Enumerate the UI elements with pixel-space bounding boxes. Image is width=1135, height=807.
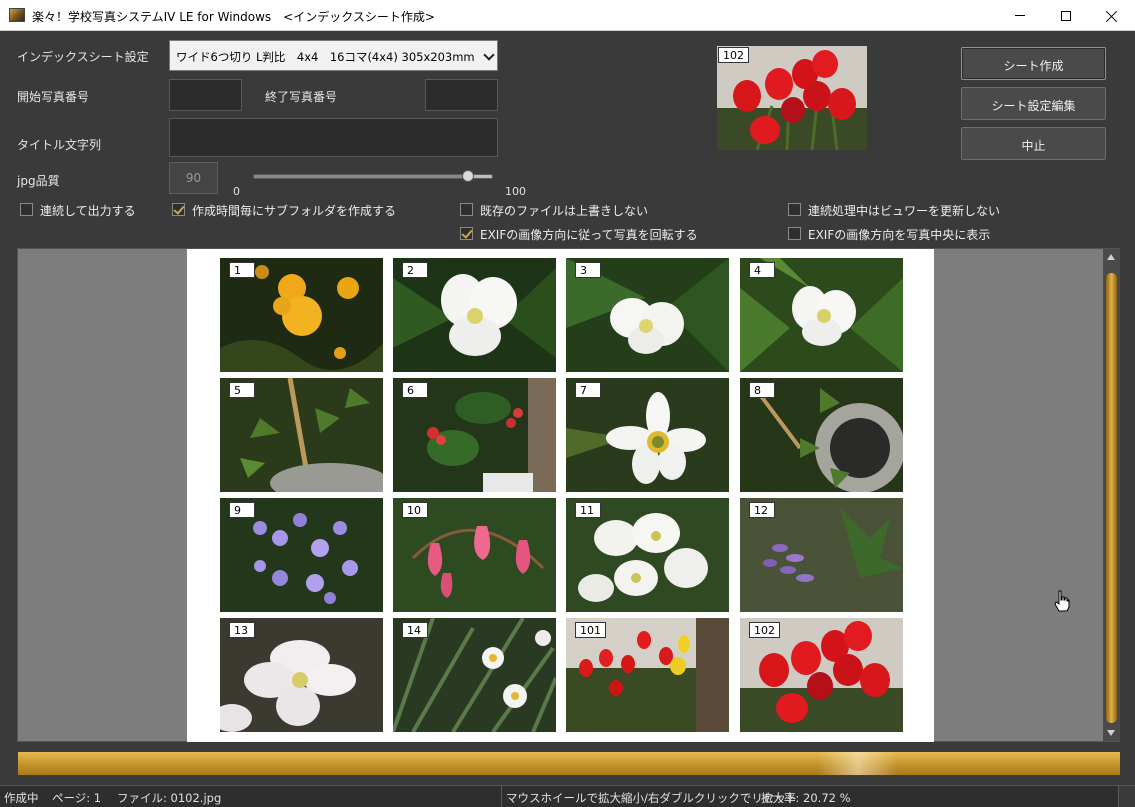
- photo-cell: 11: [566, 498, 729, 612]
- vertical-scrollbar[interactable]: [1103, 249, 1120, 741]
- preview-number: 102: [718, 47, 749, 63]
- maximize-button[interactable]: [1043, 0, 1089, 31]
- photo-number: 1: [229, 262, 255, 278]
- status-separator: [501, 786, 502, 807]
- photo-cell: 6: [393, 378, 556, 492]
- photo-cell: 2: [393, 258, 556, 372]
- checkbox-label: 作成時間毎にサブフォルダを作成する: [192, 204, 397, 218]
- title-bar: 楽々！学校写真システムIV LE for Windows <インデックスシート作…: [0, 0, 1135, 31]
- chevron-down-icon: [483, 49, 495, 61]
- title-string-label: タイトル文字列: [17, 138, 102, 152]
- app-icon: [9, 8, 25, 22]
- photo-cell: 3: [566, 258, 729, 372]
- hand-cursor-icon: [1054, 590, 1070, 612]
- photo-cell: 7: [566, 378, 729, 492]
- end-photo-label: 終了写真番号: [265, 90, 338, 104]
- sheet-viewer[interactable]: 1 2 3 4 5 6 7 8 9 10 11 12 13 14 101 102: [17, 248, 1120, 742]
- jpg-quality-input[interactable]: 90: [169, 162, 218, 194]
- photo-cell: 14: [393, 618, 556, 732]
- photo-cell: 8: [740, 378, 903, 492]
- status-page: ページ: 1: [52, 791, 102, 805]
- preview-thumbnail: 102: [717, 46, 867, 150]
- slider-fill: [254, 175, 469, 178]
- checkbox-label: 既存のファイルは上書きしない: [480, 204, 649, 218]
- status-zoom: 拡大率: 20.72 %: [761, 791, 851, 805]
- photo-number: 8: [749, 382, 775, 398]
- photo-number: 9: [229, 502, 255, 518]
- slider-max-label: 100: [505, 185, 526, 198]
- index-setting-select[interactable]: ワイド6つ切り L判比 4x4 16コマ(4x4) 305x203mm: [169, 40, 498, 71]
- photo-cell: 12: [740, 498, 903, 612]
- resize-grip[interactable]: [1118, 786, 1135, 807]
- status-file: ファイル: 0102.jpg: [117, 791, 222, 805]
- index-setting-label: インデックスシート設定: [17, 50, 149, 64]
- checkbox-label: 連続して出力する: [40, 204, 136, 218]
- scroll-thumb[interactable]: [1106, 273, 1117, 723]
- photo-cell: 13: [220, 618, 383, 732]
- scroll-down-icon[interactable]: [1107, 730, 1115, 736]
- end-photo-input[interactable]: [425, 79, 498, 111]
- photo-cell: 102: [740, 618, 903, 732]
- minimize-button[interactable]: [997, 0, 1043, 31]
- photo-number: 7: [575, 382, 601, 398]
- photo-number: 10: [402, 502, 428, 518]
- progress-bar: [17, 751, 1121, 776]
- photo-number: 13: [229, 622, 255, 638]
- slider-min-label: 0: [233, 185, 240, 198]
- photo-number: 5: [229, 382, 255, 398]
- checkbox-box: [460, 203, 473, 216]
- photo-number: 12: [749, 502, 775, 518]
- photo-number: 4: [749, 262, 775, 278]
- cancel-button[interactable]: 中止: [961, 127, 1106, 160]
- index-sheet-preview: 1 2 3 4 5 6 7 8 9 10 11 12 13 14 101 102: [187, 249, 934, 742]
- photo-cell: 10: [393, 498, 556, 612]
- photo-number: 101: [575, 622, 606, 638]
- progress-fill: [18, 752, 1120, 775]
- progress-shine: [818, 752, 898, 775]
- photo-number: 11: [575, 502, 601, 518]
- close-button[interactable]: [1089, 0, 1135, 31]
- photo-cell: 4: [740, 258, 903, 372]
- status-state: 作成中: [4, 791, 39, 805]
- start-photo-input[interactable]: [169, 79, 242, 111]
- checkbox-box: [20, 203, 33, 216]
- checkbox-box: [788, 203, 801, 216]
- photo-cell: 9: [220, 498, 383, 612]
- create-sheet-button[interactable]: シート作成: [961, 47, 1106, 80]
- slider-thumb[interactable]: [462, 170, 475, 182]
- scroll-up-icon[interactable]: [1107, 254, 1115, 260]
- jpg-quality-slider[interactable]: [253, 170, 493, 182]
- photo-number: 3: [575, 262, 601, 278]
- edit-sheet-settings-button[interactable]: シート設定編集: [961, 87, 1106, 120]
- checkbox-label: 連続処理中はビュワーを更新しない: [808, 204, 1001, 218]
- title-string-input[interactable]: [169, 118, 498, 157]
- checkbox-box: [788, 227, 801, 240]
- photo-number: 2: [402, 262, 428, 278]
- jpg-quality-label: jpg品質: [17, 174, 60, 188]
- photo-cell: 5: [220, 378, 383, 492]
- photo-cell: 101: [566, 618, 729, 732]
- photo-number: 14: [402, 622, 428, 638]
- checkbox-box: [460, 227, 473, 240]
- photo-number: 6: [402, 382, 428, 398]
- window-title: 楽々！学校写真システムIV LE for Windows <インデックスシート作…: [32, 10, 435, 24]
- checkbox-box: [172, 203, 185, 216]
- photo-cell: 1: [220, 258, 383, 372]
- close-icon: [1106, 10, 1118, 22]
- status-bar: 作成中 ページ: 1 ファイル: 0102.jpg マウスホイールで拡大縮小/右…: [0, 785, 1135, 807]
- status-hint: マウスホイールで拡大縮小/右ダブルクリックでリセット: [506, 791, 798, 805]
- photo-number: 102: [749, 622, 780, 638]
- maximize-icon: [1061, 10, 1071, 21]
- index-setting-value: ワイド6つ切り L判比 4x4 16コマ(4x4) 305x203mm: [176, 50, 475, 64]
- minimize-icon: [1015, 15, 1025, 16]
- start-photo-label: 開始写真番号: [17, 90, 90, 104]
- checkbox-label: EXIFの画像方向を写真中央に表示: [808, 228, 991, 242]
- checkbox-label: EXIFの画像方向に従って写真を回転する: [480, 228, 698, 242]
